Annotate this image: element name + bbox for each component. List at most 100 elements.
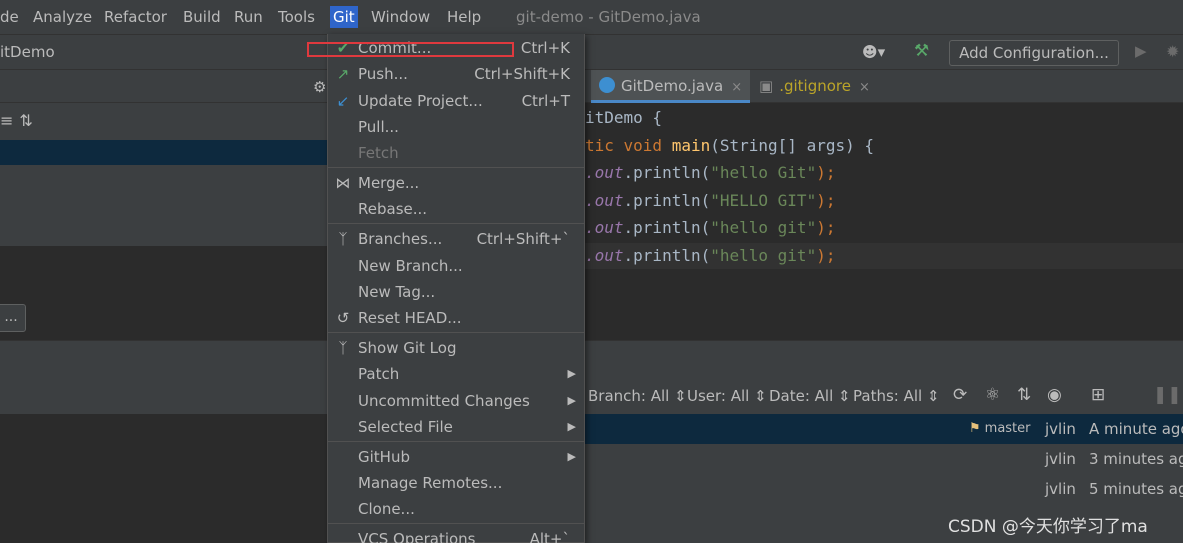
add-configuration-button[interactable]: Add Configuration... [949, 40, 1119, 66]
shortcut: Ctrl+Shift+K [474, 65, 570, 83]
tag-icon: ⚑ [969, 421, 981, 436]
code-string: "hello git" [710, 218, 817, 237]
menu-item-new-branch[interactable]: New Branch... [328, 253, 584, 279]
project-panel: ⚙ ≡⇅ ... [0, 70, 327, 341]
shortcut: Ctrl+K [520, 39, 570, 57]
menu-item-update-project[interactable]: ↙ Update Project... Ctrl+T [328, 88, 584, 114]
menu-tools[interactable]: Tools [278, 6, 315, 28]
expand-collapse-icons[interactable]: ≡⇅ [0, 111, 39, 130]
menu-separator [328, 332, 584, 333]
menu-item-clone[interactable]: Clone... [328, 496, 584, 522]
menu-item-reset-head[interactable]: ↺ Reset HEAD... [328, 305, 584, 331]
menu-item-branches[interactable]: ᛉ Branches... Ctrl+Shift+` [328, 226, 584, 252]
sort-icon[interactable]: ⇅ [1017, 385, 1031, 405]
menu-refactor[interactable]: Refactor [104, 6, 167, 28]
menu-run[interactable]: Run [234, 6, 263, 28]
menu-item-label: Manage Remotes... [358, 474, 503, 492]
cherry-pick-icon[interactable]: ⚛ [985, 385, 1000, 405]
shortcut: Ctrl+Shift+` [476, 230, 570, 248]
reset-icon: ↺ [336, 309, 350, 327]
menu-item-fetch[interactable]: Fetch [328, 140, 584, 166]
code-text: .println( [623, 191, 711, 210]
commit-time: 5 minutes ago [1089, 480, 1183, 498]
commit-author: jvlin [1045, 450, 1076, 468]
pause-icon[interactable]: ❚❚ [1153, 385, 1182, 405]
menu-item-label: Clone... [358, 500, 415, 518]
log-row[interactable]: ⚑ master jvlin A minute ago [585, 414, 1183, 444]
git-dropdown-menu: ✔ Commit... Ctrl+K ↗ Push... Ctrl+Shift+K ↙ U… [327, 34, 585, 543]
update-arrow-icon: ↙ [336, 92, 350, 110]
close-icon[interactable]: × [731, 80, 742, 95]
window-title: git-demo - GitDemo.java [516, 8, 701, 26]
gear-icon[interactable]: ⚙ [313, 78, 326, 96]
merge-icon: ⋈ [335, 174, 351, 192]
branch-icon: ᛉ [338, 230, 348, 248]
refresh-icon[interactable]: ⟳ [953, 385, 967, 405]
menu-item-pull[interactable]: Pull... [328, 114, 584, 140]
push-arrow-icon: ↗ [336, 65, 350, 83]
menu-item-rebase[interactable]: Rebase... [328, 196, 584, 222]
menu-item-manage-remotes[interactable]: Manage Remotes... [328, 470, 584, 496]
panel-content-area [0, 246, 327, 341]
branch-filter[interactable]: Branch: All ⇕ [588, 387, 687, 405]
code-line: tic void main(String[] args) { [585, 133, 874, 159]
branch-tag: ⚑ master [969, 414, 1031, 444]
build-hammer-icon[interactable]: ⚒ [914, 41, 929, 61]
debug-icon[interactable]: ✹ [1166, 42, 1179, 61]
menu-item-patch[interactable]: Patch ▶ [328, 361, 584, 387]
eye-icon[interactable]: ◉ [1047, 385, 1062, 405]
log-row[interactable]: jvlin 5 minutes ago [585, 474, 1183, 504]
shortcut: Ctrl+T [521, 92, 570, 110]
log-filter-bar: Branch: All ⇕ User: All ⇕ Date: All ⇕ Pa… [585, 381, 1183, 413]
menu-git[interactable]: Git [330, 6, 358, 28]
code-text: ); [816, 163, 836, 182]
code-text: .println( [623, 218, 711, 237]
code-line: .out.println("hello git"); [585, 215, 835, 241]
menu-item-selected-file[interactable]: Selected File ▶ [328, 414, 584, 440]
code-editor[interactable]: itDemo { tic void main(String[] args) { … [585, 103, 1183, 340]
date-filter[interactable]: Date: All ⇕ [769, 387, 851, 405]
menu-item-github[interactable]: GitHub ▶ [328, 444, 584, 470]
menu-item-label: Rebase... [358, 200, 428, 218]
project-name[interactable]: itDemo [0, 43, 55, 61]
tab-gitdemo-java[interactable]: GitDemo.java × [591, 70, 751, 103]
close-icon[interactable]: × [859, 80, 870, 95]
submenu-arrow-icon: ▶ [567, 450, 576, 463]
user-icon[interactable]: ☻▾ [862, 43, 885, 61]
menu-analyze[interactable]: Analyze [33, 6, 92, 28]
menu-help[interactable]: Help [447, 6, 481, 28]
menu-item-vcs-operations[interactable]: VCS Operations Alt+` [328, 526, 584, 543]
menu-separator [328, 523, 584, 524]
new-tab-icon[interactable]: ⊞ [1091, 385, 1105, 405]
more-button[interactable]: ... [0, 304, 26, 332]
code-text: (String[] args) { [710, 136, 874, 155]
selected-tree-row[interactable] [0, 140, 327, 165]
menu-item-label: Patch [358, 365, 400, 383]
code-field: .out [585, 191, 624, 210]
user-filter[interactable]: User: All ⇕ [687, 387, 767, 405]
menu-view[interactable]: de [0, 6, 19, 28]
menu-item-push[interactable]: ↗ Push... Ctrl+Shift+K [328, 61, 584, 87]
tab-gitignore[interactable]: ▣ .gitignore × [753, 70, 876, 103]
menu-build[interactable]: Build [183, 6, 221, 28]
editor-tabs: GitDemo.java × ▣ .gitignore × [585, 70, 1183, 103]
code-text: .println( [623, 246, 711, 265]
code-keyword: tic void [585, 136, 672, 155]
log-row[interactable]: jvlin 3 minutes ago [585, 444, 1183, 474]
paths-filter[interactable]: Paths: All ⇕ [853, 387, 940, 405]
commit-author: jvlin [1045, 480, 1076, 498]
code-line: .out.println("HELLO GIT"); [585, 188, 835, 214]
menu-item-label: Update Project... [358, 92, 483, 110]
code-string: "hello Git" [710, 163, 817, 182]
menu-window[interactable]: Window [371, 6, 430, 28]
menu-item-show-git-log[interactable]: ᛉ Show Git Log [328, 335, 584, 361]
menu-item-uncommitted-changes[interactable]: Uncommitted Changes ▶ [328, 388, 584, 414]
code-string: "HELLO GIT" [710, 191, 817, 210]
menu-item-label: GitHub [358, 448, 410, 466]
code-text: .println( [623, 163, 711, 182]
menu-item-new-tag[interactable]: New Tag... [328, 279, 584, 305]
code-text: ); [816, 218, 836, 237]
run-icon[interactable]: ▶ [1135, 42, 1147, 60]
menu-item-merge[interactable]: ⋈ Merge... [328, 170, 584, 196]
code-function: main [671, 136, 711, 155]
